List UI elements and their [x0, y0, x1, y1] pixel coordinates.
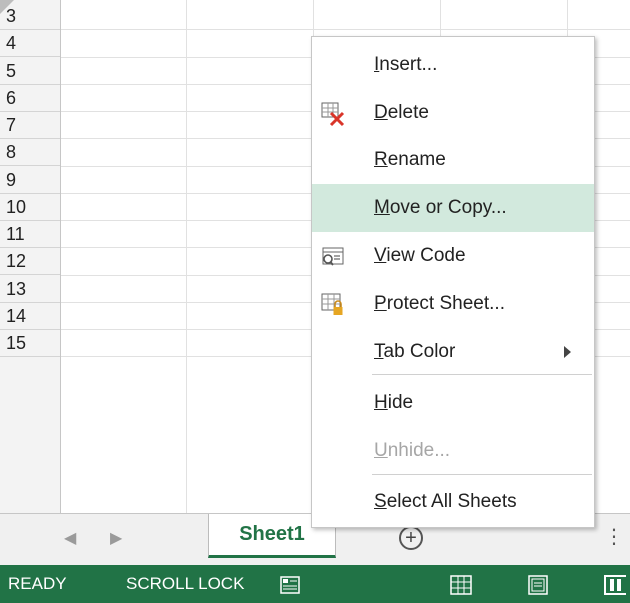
accelerator-key: H — [374, 392, 388, 413]
accelerator-key: M — [374, 197, 390, 218]
menu-item-label: Hide — [374, 379, 413, 427]
menu-item-label: Select All Sheets — [374, 478, 517, 526]
page-layout-view-icon[interactable] — [528, 575, 548, 595]
menu-item-label-rest: iew Code — [386, 245, 466, 266]
delete-sheet-icon — [320, 101, 346, 132]
menu-item-label-rest: rotect Sheet... — [386, 293, 505, 314]
column-divider — [186, 0, 187, 513]
row-number[interactable]: 13 — [0, 276, 60, 303]
accelerator-key: D — [374, 102, 388, 123]
menu-item-label-rest: ide — [387, 392, 414, 413]
normal-view-icon[interactable] — [450, 575, 472, 595]
menu-item-hide[interactable]: Hide — [312, 379, 594, 427]
menu-item-label-rest: ab Color — [383, 341, 456, 362]
menu-item-label-rest: nhide... — [387, 440, 451, 461]
menu-item-rename[interactable]: Rename — [312, 136, 594, 184]
prev-sheet-icon[interactable]: ◀ — [64, 528, 76, 548]
accelerator-key: P — [374, 293, 387, 314]
menu-item-tab-color[interactable]: Tab Color — [312, 328, 594, 376]
row-number[interactable]: 10 — [0, 194, 60, 221]
row-number[interactable]: 9 — [0, 167, 60, 194]
menu-item-unhide: Unhide... — [312, 427, 594, 475]
menu-item-insert[interactable]: Insert... — [312, 41, 594, 89]
row-gridline — [61, 29, 630, 31]
macro-record-icon[interactable] — [280, 575, 300, 595]
accelerator-key: V — [374, 245, 387, 266]
row-number[interactable]: 15 — [0, 330, 60, 357]
menu-item-move-or-copy[interactable]: Move or Copy... — [312, 184, 594, 232]
row-number[interactable]: 14 — [0, 303, 60, 330]
row-number[interactable]: 7 — [0, 112, 60, 139]
select-all-corner[interactable] — [0, 0, 14, 14]
menu-item-delete[interactable]: Delete — [312, 89, 594, 137]
accelerator-key: U — [374, 440, 388, 461]
menu-item-label: Delete — [374, 89, 429, 137]
menu-item-label: Insert... — [374, 41, 437, 89]
menu-item-label: Rename — [374, 136, 446, 184]
menu-item-label-rest: ove or Copy... — [389, 197, 507, 218]
menu-separator — [372, 474, 592, 475]
menu-item-view-code[interactable]: View Code — [312, 232, 594, 280]
new-sheet-button[interactable]: + — [399, 526, 423, 550]
status-bar: READY SCROLL LOCK — [0, 565, 630, 603]
protect-sheet-icon — [320, 292, 346, 323]
menu-item-label: Move or Copy... — [374, 184, 507, 232]
sheet-context-menu: Insert... Delete Rename Move or Copy... View… — [311, 36, 595, 528]
menu-item-label-rest: nsert... — [379, 54, 438, 75]
menu-item-label-rest: ename — [387, 149, 446, 170]
submenu-arrow-icon — [564, 346, 571, 358]
plus-icon: + — [405, 527, 417, 549]
menu-item-label-rest: elete — [387, 102, 429, 123]
row-number[interactable]: 4 — [0, 30, 60, 58]
row-number[interactable]: 5 — [0, 58, 60, 85]
page-break-preview-icon[interactable] — [604, 575, 626, 595]
row-number[interactable]: 8 — [0, 139, 60, 167]
view-code-icon — [320, 244, 346, 275]
status-mode: READY — [8, 574, 67, 593]
more-options-icon[interactable]: ⋮ — [604, 524, 624, 549]
menu-item-protect-sheet[interactable]: Protect Sheet... — [312, 280, 594, 328]
row-number[interactable]: 11 — [0, 221, 60, 248]
menu-item-label-rest: elect All Sheets — [386, 491, 517, 512]
menu-separator — [372, 374, 592, 375]
row-number[interactable]: 6 — [0, 85, 60, 112]
menu-item-label: View Code — [374, 232, 466, 280]
menu-item-label: Protect Sheet... — [374, 280, 505, 328]
menu-item-select-all-sheets[interactable]: Select All Sheets — [312, 478, 594, 526]
menu-item-label: Unhide... — [374, 427, 450, 475]
accelerator-key: T — [374, 341, 384, 362]
status-scroll-lock: SCROLL LOCK — [126, 574, 245, 593]
menu-item-label: Tab Color — [374, 328, 455, 376]
sheet-tab-label: Sheet1 — [239, 523, 305, 545]
row-number[interactable]: 12 — [0, 248, 60, 276]
next-sheet-icon[interactable]: ▶ — [110, 528, 122, 548]
accelerator-key: S — [374, 491, 387, 512]
accelerator-key: R — [374, 149, 388, 170]
